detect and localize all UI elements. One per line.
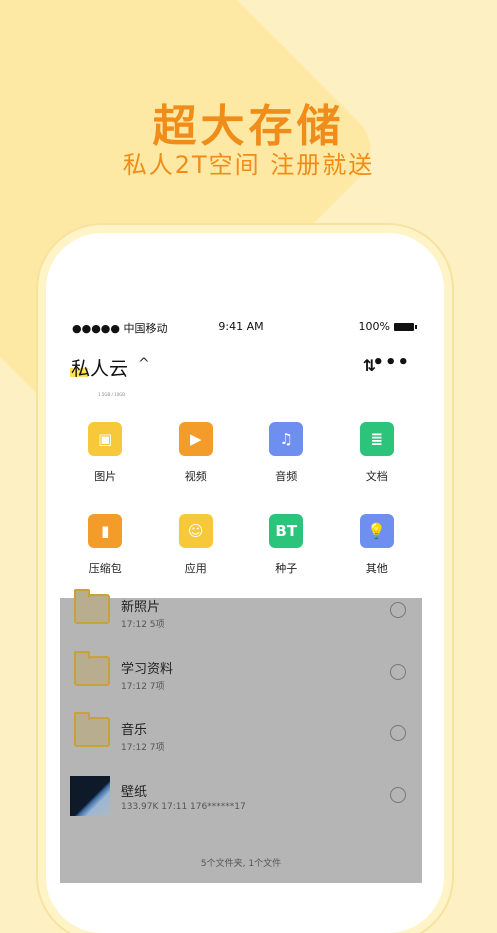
video-glyph: ▶ xyxy=(189,430,202,448)
category-videos[interactable]: ▶ 视频 xyxy=(151,422,242,484)
torrent-glyph: BT xyxy=(275,522,298,540)
battery-icon xyxy=(394,322,417,331)
archive-glyph: ▮ xyxy=(101,522,110,540)
category-label: 应用 xyxy=(184,562,207,575)
image-thumbnail xyxy=(70,776,110,816)
battery-status: 100% xyxy=(358,320,417,333)
title-bar: 私人云 ^ ⇅ ••• xyxy=(60,346,422,386)
folder-icon xyxy=(74,651,110,686)
select-radio[interactable] xyxy=(390,787,406,803)
archive-icon: ▮ xyxy=(88,514,123,548)
document-icon: ≣ xyxy=(359,422,394,456)
category-torrents[interactable]: BT 种子 xyxy=(241,514,332,576)
list-item[interactable]: 新照片 17:12 5项 xyxy=(60,578,422,640)
file-name: 学习资料 xyxy=(121,662,174,677)
category-label: 文档 xyxy=(365,470,388,483)
file-name: 音乐 xyxy=(121,723,148,738)
video-icon: ▶ xyxy=(178,422,213,456)
file-meta: 17:12 7项 xyxy=(121,682,165,692)
category-label: 视频 xyxy=(184,470,207,483)
battery-label: 100% xyxy=(358,320,390,333)
app-screen: ●●●●● 中国移动 9:41 AM 100% 私人云 ^ ⇅ ••• 1.5G… xyxy=(60,316,422,883)
document-glyph: ≣ xyxy=(370,430,384,448)
audio-glyph: ♫ xyxy=(279,430,293,448)
list-item[interactable]: 学习资料 17:12 7项 xyxy=(60,640,422,702)
category-documents[interactable]: ≣ 文档 xyxy=(332,422,423,484)
select-radio[interactable] xyxy=(390,664,406,680)
more-icon[interactable]: ••• xyxy=(372,352,410,373)
category-images[interactable]: ▣ 图片 xyxy=(60,422,151,484)
list-item[interactable]: 音乐 17:12 7项 xyxy=(60,701,422,763)
other-icon: 💡 xyxy=(359,514,394,548)
category-label: 压缩包 xyxy=(88,562,122,575)
file-list-overlay: 新照片 17:12 5项 学习资料 17:12 7项 音乐 17:12 7项 壁… xyxy=(60,589,422,883)
file-meta: 17:12 5项 xyxy=(121,620,165,630)
category-other[interactable]: 💡 其他 xyxy=(332,514,423,576)
category-grid: ▣ 图片 ▶ 视频 ♫ 音频 ≣ 文档 ▮ 压缩包 ☺ 应用 BT 种子 💡 其… xyxy=(60,422,422,576)
image-icon: ▣ xyxy=(88,422,123,456)
list-item[interactable]: 壁纸 133.97K 17:11 176******17 xyxy=(60,763,422,825)
category-label: 种子 xyxy=(275,562,298,575)
other-glyph: 💡 xyxy=(367,522,387,540)
app-icon: ☺ xyxy=(178,514,213,548)
list-summary: 5个文件夹, 1个文件 xyxy=(200,859,282,869)
chevron-up-icon[interactable]: ^ xyxy=(138,356,150,372)
audio-icon: ♫ xyxy=(269,422,304,456)
file-meta: 17:12 7项 xyxy=(121,743,165,753)
category-audio[interactable]: ♫ 音频 xyxy=(241,422,332,484)
folder-icon xyxy=(74,712,110,747)
category-apps[interactable]: ☺ 应用 xyxy=(151,514,242,576)
file-name: 壁纸 xyxy=(121,785,148,800)
category-archives[interactable]: ▮ 压缩包 xyxy=(60,514,151,576)
page-title[interactable]: 私人云 xyxy=(71,354,128,381)
torrent-icon: BT xyxy=(269,514,304,548)
file-name: 新照片 xyxy=(121,600,161,615)
category-label: 图片 xyxy=(94,470,117,483)
select-radio[interactable] xyxy=(390,602,406,618)
status-bar: ●●●●● 中国移动 9:41 AM 100% xyxy=(60,316,422,336)
category-label: 音频 xyxy=(275,470,298,483)
category-label: 其他 xyxy=(365,562,388,575)
promo-subline: 私人2T空间 注册就送 xyxy=(122,151,375,179)
select-radio[interactable] xyxy=(390,725,406,741)
storage-caption: 1.5GB / 10GB xyxy=(98,392,126,397)
image-glyph: ▣ xyxy=(98,430,113,448)
file-meta: 133.97K 17:11 176******17 xyxy=(121,802,246,812)
app-glyph: ☺ xyxy=(187,522,204,540)
folder-icon xyxy=(74,589,110,624)
